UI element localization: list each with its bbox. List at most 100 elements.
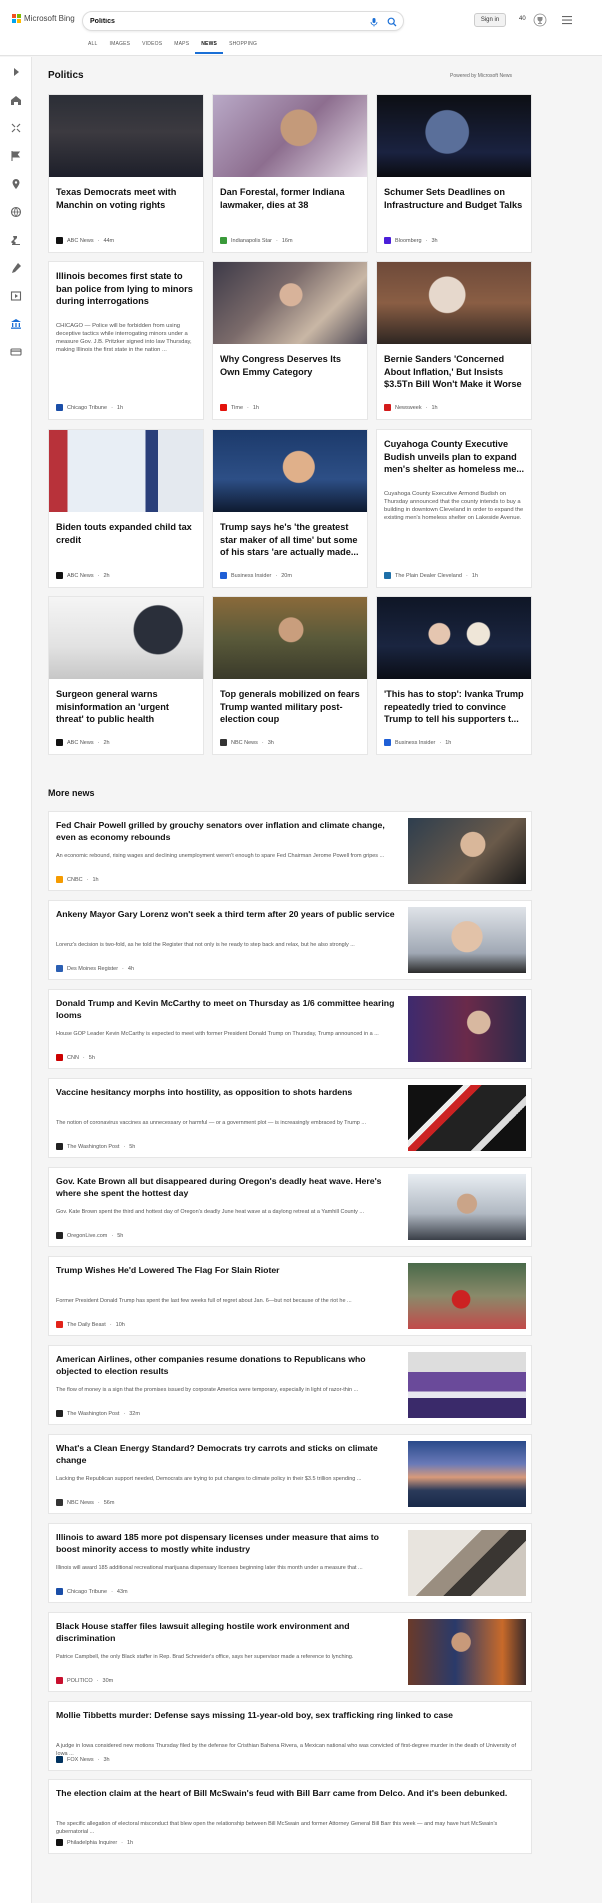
- news-card[interactable]: Bernie Sanders 'Concerned About Inflatio…: [376, 261, 532, 420]
- news-card-source[interactable]: Time · 1h: [220, 404, 259, 411]
- news-card-source[interactable]: ABC News · 2h: [56, 572, 110, 579]
- politics-icon[interactable]: [9, 317, 23, 331]
- location-icon[interactable]: [9, 177, 23, 191]
- news-list-item[interactable]: Ankeny Mayor Gary Lorenz won't seek a th…: [48, 900, 532, 980]
- news-card-title[interactable]: Why Congress Deserves Its Own Emmy Categ…: [220, 353, 362, 378]
- news-card-title[interactable]: Trump says he's 'the greatest star maker…: [220, 521, 362, 559]
- news-card[interactable]: Biden touts expanded child tax credit ABC…: [48, 429, 204, 588]
- news-card-image[interactable]: [49, 597, 203, 679]
- news-card-title[interactable]: Illinois becomes first state to ban poli…: [56, 270, 198, 308]
- sign-in-button[interactable]: Sign in: [474, 13, 506, 27]
- news-card-source[interactable]: Business Insider · 20m: [220, 572, 292, 579]
- news-item-thumbnail[interactable]: [408, 1619, 526, 1685]
- world-icon[interactable]: [9, 205, 23, 219]
- tab-videos[interactable]: VIDEOS: [136, 40, 168, 54]
- news-item-source[interactable]: The Daily Beast · 10h: [56, 1321, 125, 1328]
- news-item-thumbnail[interactable]: [408, 1174, 526, 1240]
- news-card-title[interactable]: 'This has to stop': Ivanka Trump repeate…: [384, 688, 526, 726]
- news-card-title[interactable]: Biden touts expanded child tax credit: [56, 521, 198, 546]
- news-card[interactable]: Cuyahoga County Executive Budish unveils…: [376, 429, 532, 588]
- news-item-title[interactable]: Ankeny Mayor Gary Lorenz won't seek a th…: [56, 908, 396, 920]
- news-list-item[interactable]: Gov. Kate Brown all but disappeared duri…: [48, 1167, 532, 1247]
- tab-shopping[interactable]: SHOPPING: [223, 40, 263, 54]
- news-item-thumbnail[interactable]: [408, 818, 526, 884]
- news-card-image[interactable]: [377, 95, 531, 177]
- news-card-image[interactable]: [377, 262, 531, 344]
- news-item-source[interactable]: The Washington Post · 32m: [56, 1410, 140, 1417]
- news-item-title[interactable]: What's a Clean Energy Standard? Democrat…: [56, 1442, 396, 1466]
- news-item-title[interactable]: American Airlines, other companies resum…: [56, 1353, 396, 1377]
- tab-images[interactable]: IMAGES: [104, 40, 137, 54]
- news-item-title[interactable]: Illinois to award 185 more pot dispensar…: [56, 1531, 396, 1555]
- news-card-title[interactable]: Top generals mobilized on fears Trump wa…: [220, 688, 362, 726]
- news-card-source[interactable]: ABC News · 2h: [56, 739, 110, 746]
- news-item-source[interactable]: FOX News · 3h: [56, 1756, 110, 1763]
- news-card-title[interactable]: Schumer Sets Deadlines on Infrastructure…: [384, 186, 526, 211]
- news-card-source[interactable]: Bloomberg · 3h: [384, 237, 438, 244]
- news-card[interactable]: Why Congress Deserves Its Own Emmy Categ…: [212, 261, 368, 420]
- technology-icon[interactable]: [9, 261, 23, 275]
- news-list-item[interactable]: Vaccine hesitancy morphs into hostility,…: [48, 1078, 532, 1158]
- news-card-image[interactable]: [377, 597, 531, 679]
- news-item-title[interactable]: Mollie Tibbetts murder: Defense says mis…: [56, 1709, 524, 1721]
- news-card-title[interactable]: Surgeon general warns misinformation an …: [56, 688, 198, 726]
- news-card-title[interactable]: Bernie Sanders 'Concerned About Inflatio…: [384, 353, 526, 391]
- news-card[interactable]: Surgeon general warns misinformation an …: [48, 596, 204, 755]
- news-card-image[interactable]: [213, 262, 367, 344]
- entertainment-icon[interactable]: [9, 289, 23, 303]
- news-card-title[interactable]: Cuyahoga County Executive Budish unveils…: [384, 438, 526, 476]
- news-item-thumbnail[interactable]: [408, 1441, 526, 1507]
- news-card[interactable]: Dan Forestal, former Indiana lawmaker, d…: [212, 94, 368, 253]
- news-item-title[interactable]: Black House staffer files lawsuit allegi…: [56, 1620, 396, 1644]
- news-card-title[interactable]: Texas Democrats meet with Manchin on vot…: [56, 186, 198, 211]
- news-card[interactable]: Illinois becomes first state to ban poli…: [48, 261, 204, 420]
- news-item-source[interactable]: NBC News · 56m: [56, 1499, 114, 1506]
- news-card-image[interactable]: [213, 430, 367, 512]
- news-item-title[interactable]: Donald Trump and Kevin McCarthy to meet …: [56, 997, 396, 1021]
- search-box[interactable]: [82, 11, 404, 31]
- tab-news[interactable]: NEWS: [195, 40, 224, 54]
- news-item-source[interactable]: Des Moines Register · 4h: [56, 965, 134, 972]
- news-list-item[interactable]: Trump Wishes He'd Lowered The Flag For S…: [48, 1256, 532, 1336]
- news-item-thumbnail[interactable]: [408, 907, 526, 973]
- news-item-source[interactable]: Philadelphia Inquirer · 1h: [56, 1839, 133, 1846]
- discover-icon[interactable]: [9, 121, 23, 135]
- rewards-count[interactable]: 40: [519, 16, 526, 22]
- news-item-source[interactable]: The Washington Post · 5h: [56, 1143, 135, 1150]
- tab-maps[interactable]: MAPS: [168, 40, 195, 54]
- expand-icon[interactable]: [9, 65, 23, 79]
- news-card-title[interactable]: Dan Forestal, former Indiana lawmaker, d…: [220, 186, 362, 211]
- news-list-item[interactable]: What's a Clean Energy Standard? Democrat…: [48, 1434, 532, 1514]
- home-icon[interactable]: [9, 93, 23, 107]
- news-list-item[interactable]: Mollie Tibbetts murder: Defense says mis…: [48, 1701, 532, 1771]
- news-item-thumbnail[interactable]: [408, 1085, 526, 1151]
- news-card-source[interactable]: The Plain Dealer Cleveland · 1h: [384, 572, 478, 579]
- news-item-title[interactable]: Trump Wishes He'd Lowered The Flag For S…: [56, 1264, 396, 1276]
- news-item-source[interactable]: CNBC · 1h: [56, 876, 99, 883]
- news-card-source[interactable]: ABC News · 44m: [56, 237, 114, 244]
- hamburger-menu-icon[interactable]: [561, 14, 573, 26]
- microphone-icon[interactable]: [369, 17, 379, 27]
- news-item-source[interactable]: CNN · 5h: [56, 1054, 95, 1061]
- news-item-thumbnail[interactable]: [408, 996, 526, 1062]
- news-item-source[interactable]: Chicago Tribune · 43m: [56, 1588, 128, 1595]
- news-card-source[interactable]: Newsweek · 1h: [384, 404, 438, 411]
- news-card-source[interactable]: NBC News · 3h: [220, 739, 274, 746]
- news-card-source[interactable]: Chicago Tribune · 1h: [56, 404, 123, 411]
- bing-logo[interactable]: Microsoft Bing: [12, 14, 75, 23]
- news-item-title[interactable]: Fed Chair Powell grilled by grouchy sena…: [56, 819, 396, 843]
- news-card-image[interactable]: [213, 597, 367, 679]
- search-icon[interactable]: [387, 17, 397, 27]
- news-list-item[interactable]: Donald Trump and Kevin McCarthy to meet …: [48, 989, 532, 1069]
- news-card-source[interactable]: Indianapolis Star · 16m: [220, 237, 293, 244]
- powered-by-label[interactable]: Powered by Microsoft News: [450, 73, 512, 79]
- news-card[interactable]: Texas Democrats meet with Manchin on vot…: [48, 94, 204, 253]
- news-card[interactable]: Top generals mobilized on fears Trump wa…: [212, 596, 368, 755]
- tab-all[interactable]: ALL: [82, 40, 104, 54]
- news-card[interactable]: Trump says he's 'the greatest star maker…: [212, 429, 368, 588]
- news-list-item[interactable]: American Airlines, other companies resum…: [48, 1345, 532, 1425]
- news-card-image[interactable]: [49, 95, 203, 177]
- news-card[interactable]: Schumer Sets Deadlines on Infrastructure…: [376, 94, 532, 253]
- news-list-item[interactable]: Black House staffer files lawsuit allegi…: [48, 1612, 532, 1692]
- flag-icon[interactable]: [9, 149, 23, 163]
